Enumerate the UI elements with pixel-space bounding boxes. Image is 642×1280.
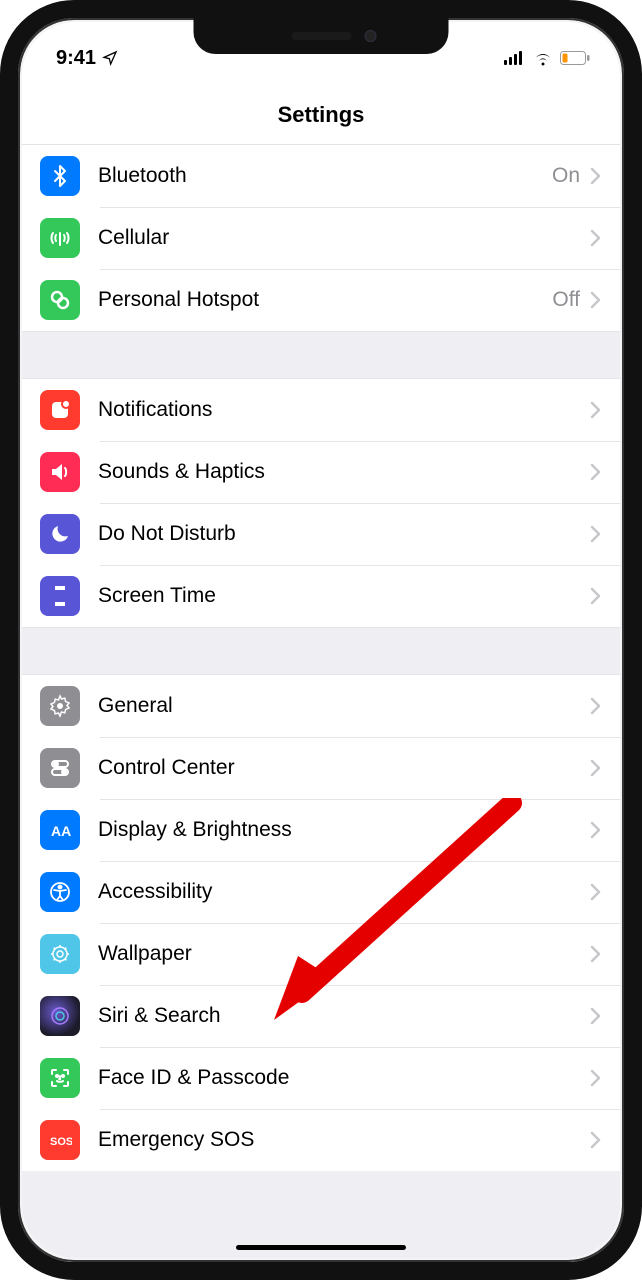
row-dnd[interactable]: Do Not Disturb	[22, 503, 620, 565]
row-screentime[interactable]: Screen Time	[22, 565, 620, 627]
cellular-icon	[40, 218, 80, 258]
row-label: Sounds & Haptics	[98, 460, 588, 484]
row-display[interactable]: AA Display & Brightness	[22, 799, 620, 861]
display-icon: AA	[40, 810, 80, 850]
cellular-signal-icon	[504, 51, 526, 65]
chevron-right-icon	[588, 228, 602, 248]
row-label: Siri & Search	[98, 1004, 588, 1028]
chevron-right-icon	[588, 524, 602, 544]
chevron-right-icon	[588, 944, 602, 964]
row-siri[interactable]: Siri & Search	[22, 985, 620, 1047]
row-label: Notifications	[98, 398, 588, 422]
row-label: Cellular	[98, 226, 588, 250]
hotspot-icon	[40, 280, 80, 320]
notifications-icon	[40, 390, 80, 430]
svg-text:AA: AA	[51, 823, 71, 839]
wifi-icon	[532, 50, 554, 66]
row-wallpaper[interactable]: Wallpaper	[22, 923, 620, 985]
dnd-icon	[40, 514, 80, 554]
row-cellular[interactable]: Cellular	[22, 207, 620, 269]
bluetooth-icon	[40, 156, 80, 196]
chevron-right-icon	[588, 1006, 602, 1026]
group-separator	[22, 332, 620, 378]
row-label: Do Not Disturb	[98, 522, 588, 546]
location-icon	[102, 50, 118, 66]
accessibility-icon	[40, 872, 80, 912]
chevron-right-icon	[588, 882, 602, 902]
row-notifications[interactable]: Notifications	[22, 379, 620, 441]
row-label: Bluetooth	[98, 164, 552, 188]
chevron-right-icon	[588, 820, 602, 840]
phone-frame: 9:41 Settings Bluetooth On	[0, 0, 642, 1280]
sounds-icon	[40, 452, 80, 492]
row-status: On	[552, 164, 580, 188]
row-label: Personal Hotspot	[98, 288, 552, 312]
svg-text:SOS: SOS	[50, 1136, 72, 1148]
chevron-right-icon	[588, 758, 602, 778]
chevron-right-icon	[588, 462, 602, 482]
page-title: Settings	[22, 78, 620, 145]
battery-icon	[560, 51, 590, 65]
chevron-right-icon	[588, 696, 602, 716]
controlcenter-icon	[40, 748, 80, 788]
row-faceid[interactable]: Face ID & Passcode	[22, 1047, 620, 1109]
screentime-icon	[40, 576, 80, 616]
row-general[interactable]: General	[22, 675, 620, 737]
chevron-right-icon	[588, 1130, 602, 1150]
row-hotspot[interactable]: Personal Hotspot Off	[22, 269, 620, 331]
chevron-right-icon	[588, 586, 602, 606]
content-scroll[interactable]: Settings Bluetooth On Cellular	[22, 78, 620, 1258]
row-emergency[interactable]: SOS Emergency SOS	[22, 1109, 620, 1171]
chevron-right-icon	[588, 290, 602, 310]
emergency-icon: SOS	[40, 1120, 80, 1160]
settings-group-connectivity: Bluetooth On Cellular Personal Hotspot	[22, 145, 620, 332]
notch	[194, 18, 449, 54]
row-status: Off	[552, 288, 580, 312]
siri-icon	[40, 996, 80, 1036]
settings-group-alerts: Notifications Sounds & Haptics Do Not Di…	[22, 378, 620, 628]
row-label: General	[98, 694, 588, 718]
row-sounds[interactable]: Sounds & Haptics	[22, 441, 620, 503]
chevron-right-icon	[588, 400, 602, 420]
general-icon	[40, 686, 80, 726]
row-label: Control Center	[98, 756, 588, 780]
status-time: 9:41	[56, 47, 96, 70]
wallpaper-icon	[40, 934, 80, 974]
row-label: Face ID & Passcode	[98, 1066, 588, 1090]
row-label: Display & Brightness	[98, 818, 588, 842]
row-label: Wallpaper	[98, 942, 588, 966]
row-label: Accessibility	[98, 880, 588, 904]
group-separator	[22, 628, 620, 674]
chevron-right-icon	[588, 166, 602, 186]
row-bluetooth[interactable]: Bluetooth On	[22, 145, 620, 207]
home-indicator[interactable]	[236, 1245, 406, 1250]
row-label: Screen Time	[98, 584, 588, 608]
row-controlcenter[interactable]: Control Center	[22, 737, 620, 799]
screen: 9:41 Settings Bluetooth On	[22, 22, 620, 1258]
settings-group-device: General Control Center AA Display & Brig…	[22, 674, 620, 1171]
row-accessibility[interactable]: Accessibility	[22, 861, 620, 923]
row-label: Emergency SOS	[98, 1128, 588, 1152]
chevron-right-icon	[588, 1068, 602, 1088]
faceid-icon	[40, 1058, 80, 1098]
